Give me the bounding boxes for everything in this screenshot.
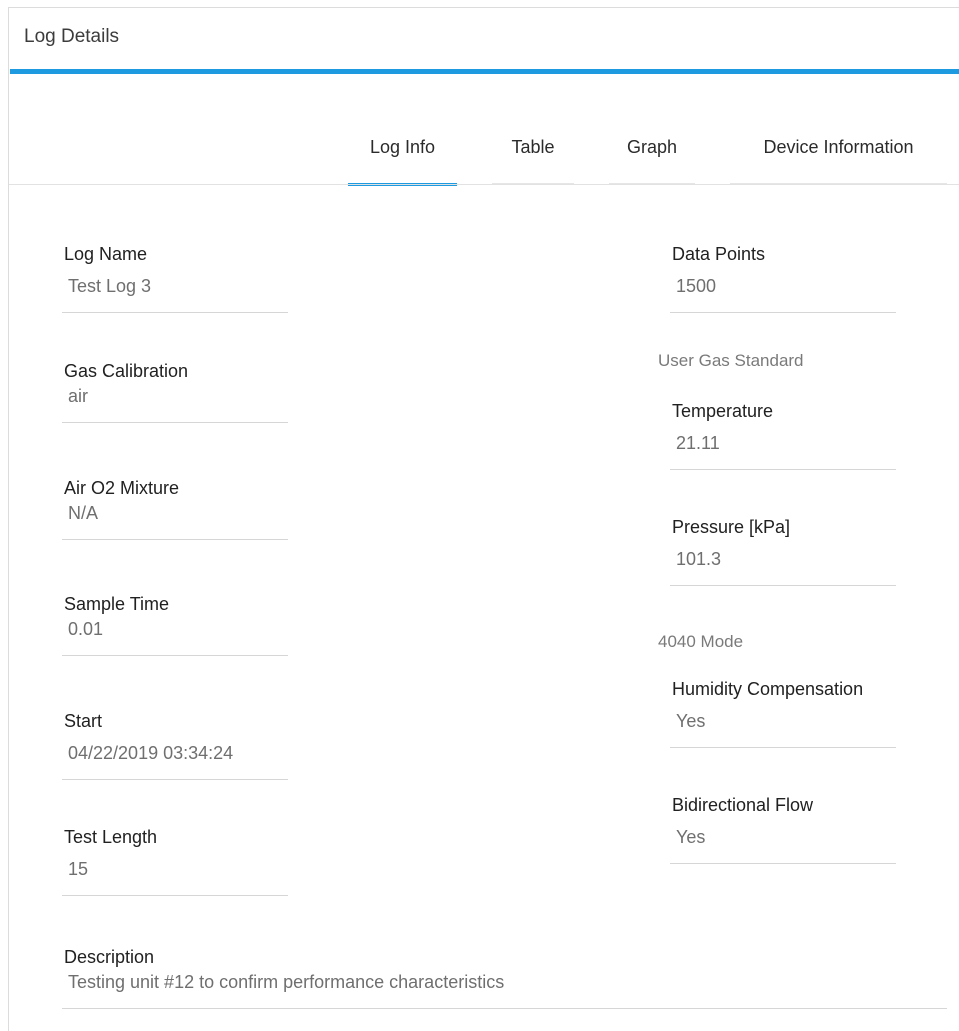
data-points-value: 1500	[676, 276, 717, 296]
bidirectional-flow-label: Bidirectional Flow	[672, 795, 814, 815]
user-gas-standard-heading: User Gas Standard	[658, 351, 804, 370]
data-points-label: Data Points	[672, 244, 766, 264]
panel-accent-bar	[10, 69, 959, 74]
field-underline	[62, 312, 288, 313]
tab-graph[interactable]: Graph	[609, 128, 695, 186]
tab-table[interactable]: Table	[492, 128, 574, 186]
log-name-label: Log Name	[64, 244, 148, 264]
field-underline	[62, 1008, 947, 1009]
start-value: 04/22/2019 03:34:24	[68, 743, 234, 763]
tab-device-information[interactable]: Device Information	[730, 128, 947, 186]
tab-table-label: Table	[511, 137, 555, 157]
gas-calibration-label: Gas Calibration	[64, 361, 189, 381]
field-underline	[670, 469, 896, 470]
humidity-compensation-value: Yes	[676, 711, 706, 731]
field-underline	[62, 422, 288, 423]
sample-time-value: 0.01	[68, 619, 104, 639]
field-underline	[670, 747, 896, 748]
description-value: Testing unit #12 to confirm performance …	[68, 972, 505, 992]
air-o2-mixture-label: Air O2 Mixture	[64, 478, 180, 498]
air-o2-mixture-value: N/A	[68, 503, 99, 523]
bidirectional-flow-value: Yes	[676, 827, 706, 847]
field-underline	[670, 863, 896, 864]
pressure-label: Pressure [kPa]	[672, 517, 791, 537]
temperature-label: Temperature	[672, 401, 774, 421]
mode-4040-heading: 4040 Mode	[658, 632, 744, 651]
tab-log-info-label: Log Info	[369, 137, 436, 157]
field-underline	[62, 655, 288, 656]
pressure-value: 101.3	[676, 549, 722, 569]
field-underline	[62, 779, 288, 780]
field-underline	[670, 312, 896, 313]
test-length-value: 15	[68, 859, 89, 879]
field-underline	[62, 895, 288, 896]
sample-time-label: Sample Time	[64, 594, 170, 614]
log-name-value: Test Log 3	[68, 276, 152, 296]
field-underline	[62, 539, 288, 540]
tab-log-info[interactable]: Log Info	[348, 128, 457, 186]
test-length-label: Test Length	[64, 827, 158, 847]
tab-graph-label: Graph	[626, 137, 678, 157]
humidity-compensation-label: Humidity Compensation	[672, 679, 864, 699]
log-details-panel: Log Details Log Info Table Graph Device …	[8, 7, 959, 1031]
description-label: Description	[64, 947, 155, 967]
start-label: Start	[64, 711, 103, 731]
tabs-divider	[9, 184, 959, 185]
temperature-value: 21.11	[676, 433, 720, 453]
panel-title: Log Details	[24, 26, 120, 47]
field-underline	[670, 585, 896, 586]
tab-device-information-label: Device Information	[763, 137, 914, 157]
gas-calibration-value: air	[68, 386, 89, 406]
